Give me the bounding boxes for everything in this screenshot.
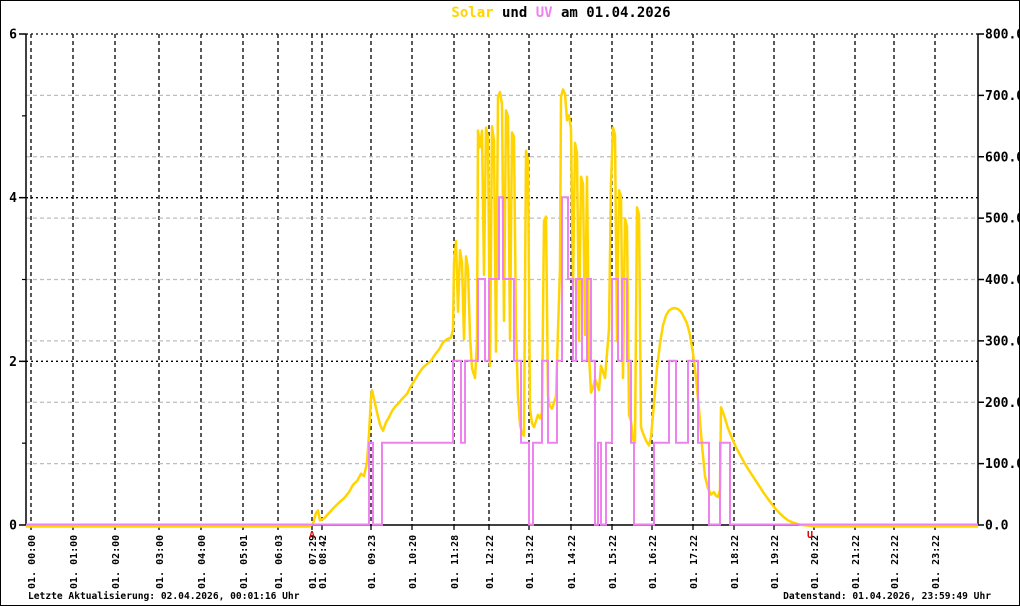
sunrise-marker: A [309,530,315,541]
data-timestamp-text: Datenstand: 01.04.2026, 23:59:49 Uhr [783,591,991,602]
right-axis-label: 0.0 [985,519,1009,534]
right-axis-label: 100.0 [985,457,1020,472]
x-axis-label: 01. 17:22 [689,535,700,589]
x-axis-label: 01. 21:22 [851,535,862,589]
right-axis-label: 800.0 [985,28,1020,43]
x-axis-label: 01. 20:22 [810,535,821,589]
x-axis-label: 01. 14:22 [567,535,578,589]
x-axis-label: 01. 13:22 [525,535,536,589]
x-axis-label: 01. 23:22 [931,535,942,589]
x-axis-label: 01. 19:22 [770,535,781,589]
title-segment: UV [536,5,553,21]
chart-canvas: 6 4 2 0 800.0 700.0 600.0 500.0 400.0 300.0 200.0 1… [1,1,1020,606]
right-axis-label: 700.0 [985,89,1020,104]
x-axis-label: 01. 05:01 [239,535,250,589]
sunset-marker: U [807,530,813,541]
title-segment: am 01.04.2026 [553,5,671,21]
chart-window: Solar und UV am 01.04.2026 6 4 2 0 800.0 700.… [0,0,1020,606]
x-axis-label: 01. 16:22 [648,535,659,589]
left-axis-label: 0 [9,519,17,534]
x-axis-label: 01. 18:22 [730,535,741,589]
x-axis-label: 01. 02:00 [111,535,122,589]
solar-line [26,90,978,527]
left-axis-label: 4 [9,191,17,206]
x-axis-label: 01. 09:23 [367,535,378,589]
right-axis-label: 600.0 [985,150,1020,165]
title-segment: Solar [451,5,493,21]
right-axis-label: 400.0 [985,273,1020,288]
x-axis-label: 01. 03:00 [155,535,166,589]
x-axis-label: 01. 11:28 [450,535,461,589]
right-axis-label: 200.0 [985,396,1020,411]
chart-title: Solar und UV am 01.04.2026 [101,5,1020,21]
last-update-text: Letzte Aktualisierung: 02.04.2026, 00:01… [28,591,299,602]
x-axis-label: 01. 12:22 [485,535,496,589]
right-axis-label: 300.0 [985,334,1020,349]
x-axis-label: 01. 00:00 [27,535,38,589]
x-axis-label: 01. 10:20 [408,535,419,589]
title-segment: und [494,5,536,21]
x-axis-label: 01. 04:00 [197,535,208,589]
x-axis-label: 01. 01:00 [69,535,80,589]
x-axis-label: 01. 08:42 [318,535,329,589]
x-axis-label: 01. 22:22 [890,535,901,589]
x-axis-label: 01. 15:22 [608,535,619,589]
right-axis-label: 500.0 [985,212,1020,227]
left-axis-label: 6 [9,28,17,43]
x-axis-label: 01. 06:03 [274,535,285,589]
left-axis-label: 2 [9,355,17,370]
